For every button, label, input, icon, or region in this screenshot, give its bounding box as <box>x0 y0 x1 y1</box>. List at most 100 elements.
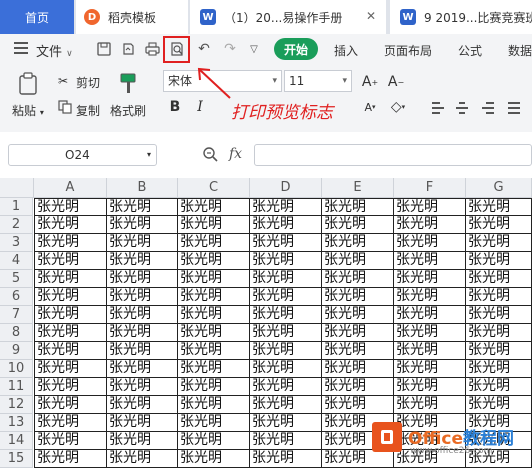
copy-icon[interactable] <box>58 100 72 114</box>
clear-format-icon[interactable]: ◇ ▾ <box>388 96 408 118</box>
align-left-icon[interactable] <box>428 98 448 118</box>
table-cell[interactable]: 张光明 <box>250 432 322 450</box>
table-cell[interactable]: 张光明 <box>178 216 250 234</box>
table-cell[interactable]: 张光明 <box>466 270 532 288</box>
format-painter-icon[interactable] <box>118 72 140 96</box>
table-cell[interactable]: 张光明 <box>178 342 250 360</box>
table-cell[interactable]: 张光明 <box>250 414 322 432</box>
copy-button[interactable]: 复制 <box>76 102 100 119</box>
row-header[interactable]: 13 <box>0 414 33 432</box>
table-cell[interactable]: 张光明 <box>322 396 394 414</box>
table-cell[interactable]: 张光明 <box>250 360 322 378</box>
table-cell[interactable]: 张光明 <box>250 396 322 414</box>
customize-toolbar-icon[interactable]: ▽ <box>244 39 264 59</box>
formula-input[interactable] <box>254 144 532 166</box>
table-cell[interactable]: 张光明 <box>34 342 107 360</box>
table-cell[interactable]: 张光明 <box>322 198 394 216</box>
table-cell[interactable]: 张光明 <box>250 378 322 396</box>
table-cell[interactable]: 张光明 <box>466 252 532 270</box>
column-header[interactable]: C <box>178 178 250 198</box>
table-cell[interactable]: 张光明 <box>466 396 532 414</box>
table-cell[interactable]: 张光明 <box>178 288 250 306</box>
table-cell[interactable]: 张光明 <box>394 198 466 216</box>
table-cell[interactable]: 张光明 <box>34 324 107 342</box>
row-header[interactable]: 1 <box>0 198 33 216</box>
table-cell[interactable]: 张光明 <box>107 342 178 360</box>
table-cell[interactable]: 张光明 <box>394 342 466 360</box>
table-cell[interactable]: 张光明 <box>322 216 394 234</box>
row-header[interactable]: 6 <box>0 288 33 306</box>
table-cell[interactable]: 张光明 <box>107 396 178 414</box>
table-cell[interactable]: 张光明 <box>107 288 178 306</box>
table-cell[interactable]: 张光明 <box>107 234 178 252</box>
table-cell[interactable]: 张光明 <box>178 414 250 432</box>
table-cell[interactable]: 张光明 <box>34 378 107 396</box>
table-cell[interactable]: 张光明 <box>34 360 107 378</box>
table-cell[interactable]: 张光明 <box>34 198 107 216</box>
column-header[interactable]: E <box>322 178 394 198</box>
table-cell[interactable]: 张光明 <box>250 306 322 324</box>
tab-home[interactable]: 首页 <box>0 0 74 34</box>
redo-icon[interactable]: ↷ <box>220 39 240 59</box>
table-cell[interactable]: 张光明 <box>250 216 322 234</box>
paste-button[interactable]: 粘贴 ▾ <box>12 102 44 119</box>
table-cell[interactable]: 张光明 <box>322 234 394 252</box>
table-cell[interactable]: 张光明 <box>394 396 466 414</box>
row-header[interactable]: 2 <box>0 216 33 234</box>
close-icon[interactable]: ✕ <box>366 9 376 23</box>
tab-insert[interactable]: 插入 <box>334 42 358 59</box>
table-cell[interactable]: 张光明 <box>178 198 250 216</box>
insert-function-button[interactable]: fx <box>229 146 242 162</box>
table-cell[interactable]: 张光明 <box>178 450 250 468</box>
table-cell[interactable]: 张光明 <box>250 252 322 270</box>
table-cell[interactable]: 张光明 <box>250 198 322 216</box>
table-cell[interactable]: 张光明 <box>178 324 250 342</box>
table-cell[interactable]: 张光明 <box>466 342 532 360</box>
table-cell[interactable]: 张光明 <box>250 450 322 468</box>
column-header[interactable]: A <box>34 178 107 198</box>
table-cell[interactable]: 张光明 <box>322 288 394 306</box>
table-cell[interactable]: 张光明 <box>34 306 107 324</box>
tab-daoke-templates[interactable]: D 稻壳模板 <box>76 0 188 34</box>
print-icon[interactable] <box>142 39 162 59</box>
table-cell[interactable]: 张光明 <box>322 360 394 378</box>
file-menu[interactable]: 文件 ∨ <box>36 41 73 60</box>
table-cell[interactable]: 张光明 <box>466 360 532 378</box>
table-cell[interactable]: 张光明 <box>394 270 466 288</box>
font-size-select[interactable]: 11 ▾ <box>284 70 352 92</box>
table-cell[interactable]: 张光明 <box>34 414 107 432</box>
table-cell[interactable]: 张光明 <box>322 342 394 360</box>
save-icon[interactable] <box>94 39 114 59</box>
table-cell[interactable]: 张光明 <box>107 216 178 234</box>
format-painter-button[interactable]: 格式刷 <box>110 102 146 119</box>
table-cell[interactable]: 张光明 <box>322 270 394 288</box>
table-cell[interactable]: 张光明 <box>178 252 250 270</box>
table-cell[interactable]: 张光明 <box>394 288 466 306</box>
column-header[interactable]: G <box>466 178 532 198</box>
table-cell[interactable]: 张光明 <box>466 324 532 342</box>
table-cell[interactable]: 张光明 <box>34 234 107 252</box>
row-header[interactable]: 8 <box>0 324 33 342</box>
table-cell[interactable]: 张光明 <box>250 234 322 252</box>
table-cell[interactable]: 张光明 <box>466 216 532 234</box>
table-cell[interactable]: 张光明 <box>34 288 107 306</box>
tab-document-manual[interactable]: W （1）20...易操作手册 ✕ <box>190 0 386 34</box>
table-cell[interactable]: 张光明 <box>466 288 532 306</box>
table-cell[interactable]: 张光明 <box>178 360 250 378</box>
table-cell[interactable]: 张光明 <box>34 450 107 468</box>
increase-font-icon[interactable]: A + <box>360 71 380 93</box>
tab-formulas[interactable]: 公式 <box>458 42 482 59</box>
align-center-icon[interactable] <box>452 98 472 118</box>
table-cell[interactable]: 张光明 <box>34 216 107 234</box>
row-header[interactable]: 12 <box>0 396 33 414</box>
table-cell[interactable]: 张光明 <box>394 360 466 378</box>
table-cell[interactable]: 张光明 <box>178 306 250 324</box>
table-cell[interactable]: 张光明 <box>107 378 178 396</box>
table-cell[interactable]: 张光明 <box>107 306 178 324</box>
tab-page-layout[interactable]: 页面布局 <box>384 42 432 59</box>
table-cell[interactable]: 张光明 <box>34 270 107 288</box>
table-cell[interactable]: 张光明 <box>107 270 178 288</box>
row-header[interactable]: 5 <box>0 270 33 288</box>
table-cell[interactable]: 张光明 <box>466 306 532 324</box>
table-cell[interactable]: 张光明 <box>178 396 250 414</box>
